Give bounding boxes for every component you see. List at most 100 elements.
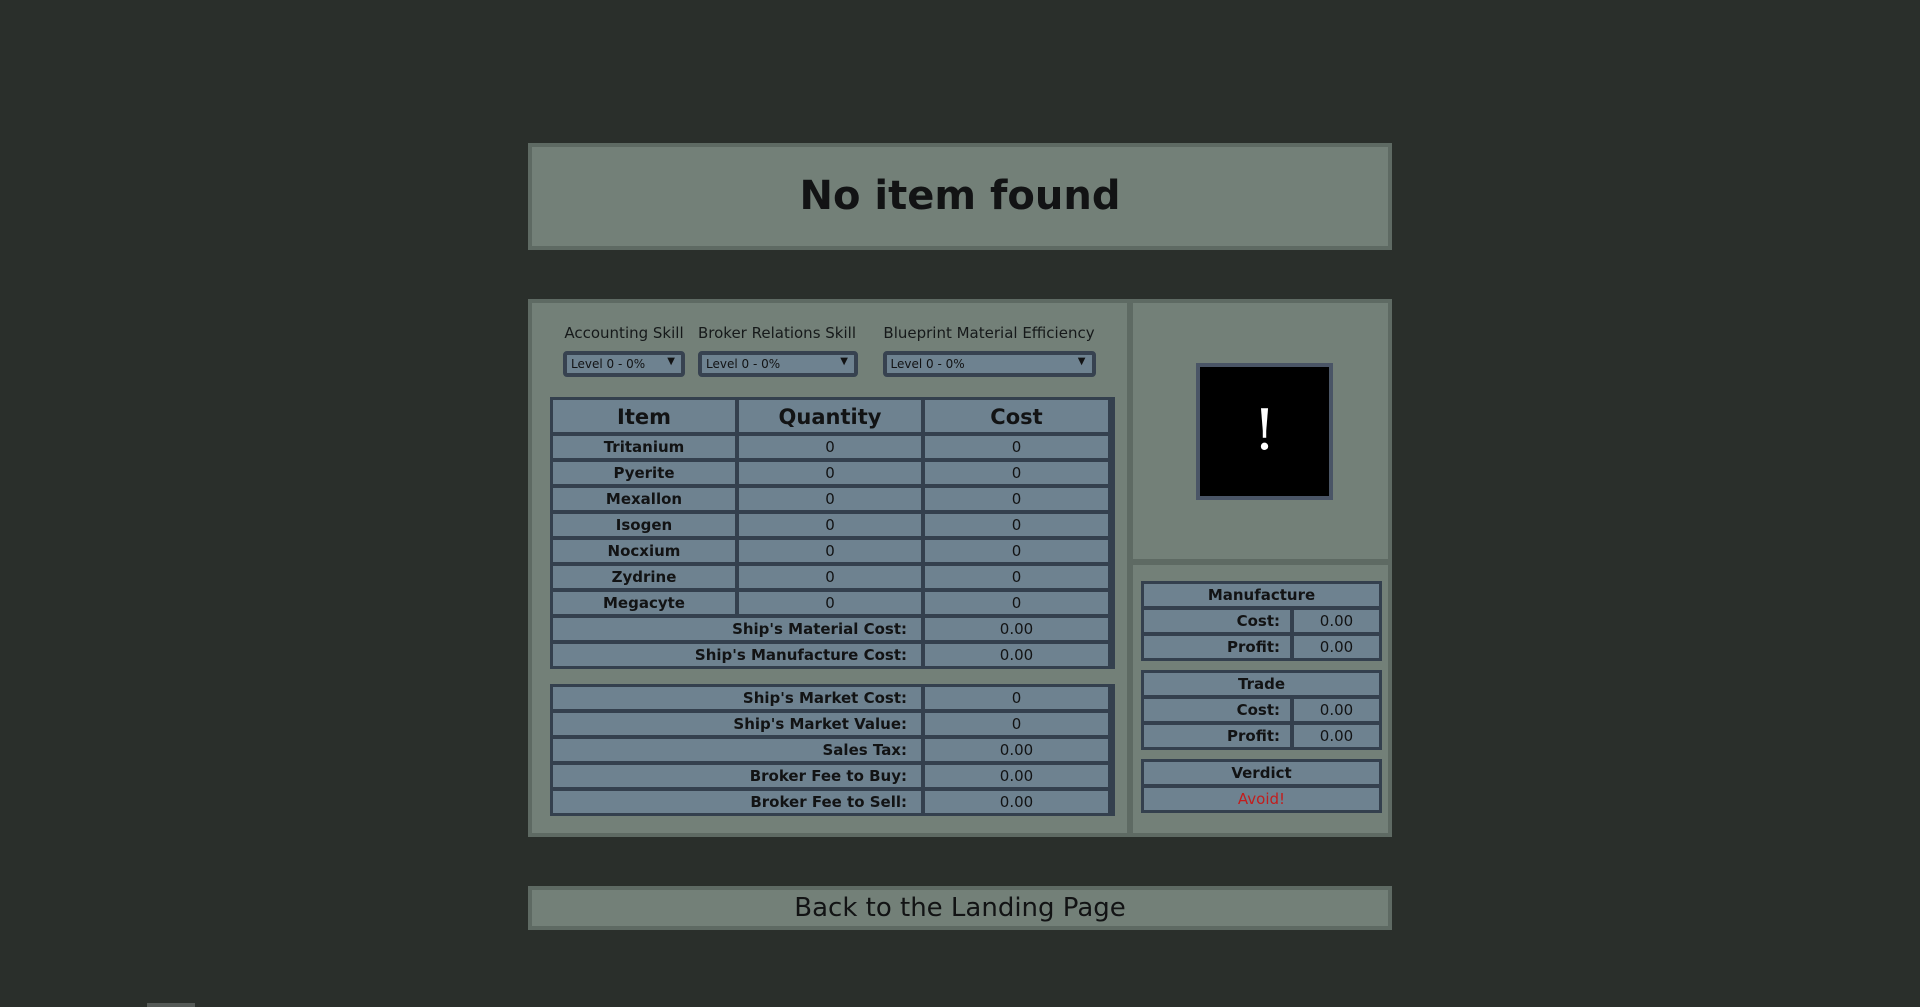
- market-row: Ship's Market Cost: 0: [553, 687, 1112, 709]
- manufacture-profit-row: Profit: 0.00: [1144, 636, 1379, 658]
- manufacture-cost-value: 0.00: [925, 644, 1108, 666]
- item-name: Pyerite: [553, 462, 735, 484]
- market-row: Ship's Market Value: 0: [553, 713, 1112, 735]
- table-header-row: Item Quantity Cost: [553, 400, 1112, 432]
- page: No item found Accounting Skill Level 0 -…: [0, 0, 1920, 1007]
- blueprint-me-select[interactable]: Level 0 - 0% ▼: [882, 351, 1096, 377]
- item-quantity: 0: [739, 462, 921, 484]
- vertical-divider: [1127, 303, 1133, 833]
- header-cost: Cost: [925, 400, 1108, 432]
- trade-cost-value: 0.00: [1294, 699, 1379, 721]
- market-row: Broker Fee to Sell: 0.00: [553, 791, 1112, 813]
- market-cost-value: 0: [925, 687, 1108, 709]
- accounting-skill-label: Accounting Skill: [564, 324, 684, 342]
- accounting-skill-group: Accounting Skill Level 0 - 0% ▼: [561, 324, 687, 377]
- market-value-value: 0: [925, 713, 1108, 735]
- dropdown-arrow-icon: ▼: [667, 356, 675, 367]
- item-name: Mexallon: [553, 488, 735, 510]
- market-cost-label: Ship's Market Cost:: [553, 687, 921, 709]
- title-panel: No item found: [528, 143, 1392, 250]
- item-cost: 0: [925, 566, 1108, 588]
- table-row: Megacyte 0 0: [553, 592, 1112, 614]
- manufacture-cost-row: Cost: 0.00: [1144, 610, 1379, 632]
- market-row: Sales Tax: 0.00: [553, 739, 1112, 761]
- verdict-box: Verdict Avoid!: [1141, 759, 1382, 813]
- manufacture-cost-label: Ship's Manufacture Cost:: [553, 644, 921, 666]
- manufacture-cost-row: Ship's Manufacture Cost: 0.00: [553, 644, 1112, 666]
- exclamation-icon: !: [1196, 363, 1333, 500]
- trade-box: Trade Cost: 0.00 Profit: 0.00: [1141, 670, 1382, 750]
- material-cost-row: Ship's Material Cost: 0.00: [553, 618, 1112, 640]
- header-item: Item: [553, 400, 735, 432]
- manufacture-title: Manufacture: [1144, 584, 1379, 606]
- item-quantity: 0: [739, 488, 921, 510]
- header-quantity: Quantity: [739, 400, 921, 432]
- blueprint-me-label: Blueprint Material Efficiency: [883, 324, 1095, 342]
- manufacture-profit-value: 0.00: [1294, 636, 1379, 658]
- trade-title: Trade: [1144, 673, 1379, 695]
- item-name: Tritanium: [553, 436, 735, 458]
- blueprint-me-value: Level 0 - 0%: [890, 357, 965, 371]
- materials-table: Item Quantity Cost Tritanium 0 0 Pyerite…: [550, 397, 1115, 669]
- item-quantity: 0: [739, 566, 921, 588]
- dropdown-arrow-icon: ▼: [840, 356, 848, 367]
- table-row: Tritanium 0 0: [553, 436, 1112, 458]
- manufacture-profit-label: Profit:: [1144, 636, 1290, 658]
- trade-profit-label: Profit:: [1144, 725, 1290, 747]
- table-row: Isogen 0 0: [553, 514, 1112, 536]
- item-cost: 0: [925, 540, 1108, 562]
- broker-skill-value: Level 0 - 0%: [706, 357, 781, 371]
- item-quantity: 0: [739, 514, 921, 536]
- manufacture-box: Manufacture Cost: 0.00 Profit: 0.00: [1141, 581, 1382, 661]
- main-panel: Accounting Skill Level 0 - 0% ▼ Broker R…: [528, 299, 1392, 837]
- market-row: Broker Fee to Buy: 0.00: [553, 765, 1112, 787]
- trade-profit-row: Profit: 0.00: [1144, 725, 1379, 747]
- page-title: No item found: [799, 173, 1121, 219]
- manufacture-cost-value: 0.00: [1294, 610, 1379, 632]
- broker-fee-buy-value: 0.00: [925, 765, 1108, 787]
- table-row: Nocxium 0 0: [553, 540, 1112, 562]
- accounting-skill-select[interactable]: Level 0 - 0% ▼: [563, 351, 685, 377]
- item-name: Nocxium: [553, 540, 735, 562]
- verdict-title-row: Verdict: [1144, 762, 1379, 784]
- trade-profit-value: 0.00: [1294, 725, 1379, 747]
- item-cost: 0: [925, 488, 1108, 510]
- table-row: Mexallon 0 0: [553, 488, 1112, 510]
- broker-skill-select[interactable]: Level 0 - 0% ▼: [698, 351, 858, 377]
- broker-fee-sell-label: Broker Fee to Sell:: [553, 791, 921, 813]
- dropdown-arrow-icon: ▼: [1077, 356, 1086, 367]
- broker-fee-buy-label: Broker Fee to Buy:: [553, 765, 921, 787]
- manufacture-cost-label: Cost:: [1144, 610, 1290, 632]
- item-name: Zydrine: [553, 566, 735, 588]
- market-table: Ship's Market Cost: 0 Ship's Market Valu…: [550, 684, 1115, 816]
- item-name: Isogen: [553, 514, 735, 536]
- trade-title-row: Trade: [1144, 673, 1379, 695]
- verdict-value: Avoid!: [1144, 788, 1379, 810]
- item-cost: 0: [925, 514, 1108, 536]
- back-to-landing-button[interactable]: Back to the Landing Page: [528, 886, 1392, 930]
- item-quantity: 0: [739, 592, 921, 614]
- item-quantity: 0: [739, 436, 921, 458]
- manufacture-title-row: Manufacture: [1144, 584, 1379, 606]
- horizontal-scrollbar[interactable]: [147, 1003, 195, 1007]
- trade-cost-label: Cost:: [1144, 699, 1290, 721]
- broker-skill-label: Broker Relations Skill: [698, 324, 856, 342]
- material-cost-label: Ship's Material Cost:: [553, 618, 921, 640]
- back-to-landing-label: Back to the Landing Page: [794, 893, 1126, 923]
- item-cost: 0: [925, 436, 1108, 458]
- item-name: Megacyte: [553, 592, 735, 614]
- accounting-skill-value: Level 0 - 0%: [571, 357, 646, 371]
- item-cost: 0: [925, 462, 1108, 484]
- item-cost: 0: [925, 592, 1108, 614]
- verdict-value-row: Avoid!: [1144, 788, 1379, 810]
- broker-skill-group: Broker Relations Skill Level 0 - 0% ▼: [698, 324, 858, 377]
- broker-fee-sell-value: 0.00: [925, 791, 1108, 813]
- table-row: Zydrine 0 0: [553, 566, 1112, 588]
- market-value-label: Ship's Market Value:: [553, 713, 921, 735]
- trade-cost-row: Cost: 0.00: [1144, 699, 1379, 721]
- table-row: Pyerite 0 0: [553, 462, 1112, 484]
- sales-tax-value: 0.00: [925, 739, 1108, 761]
- sales-tax-label: Sales Tax:: [553, 739, 921, 761]
- blueprint-me-group: Blueprint Material Efficiency Level 0 - …: [882, 324, 1096, 377]
- item-quantity: 0: [739, 540, 921, 562]
